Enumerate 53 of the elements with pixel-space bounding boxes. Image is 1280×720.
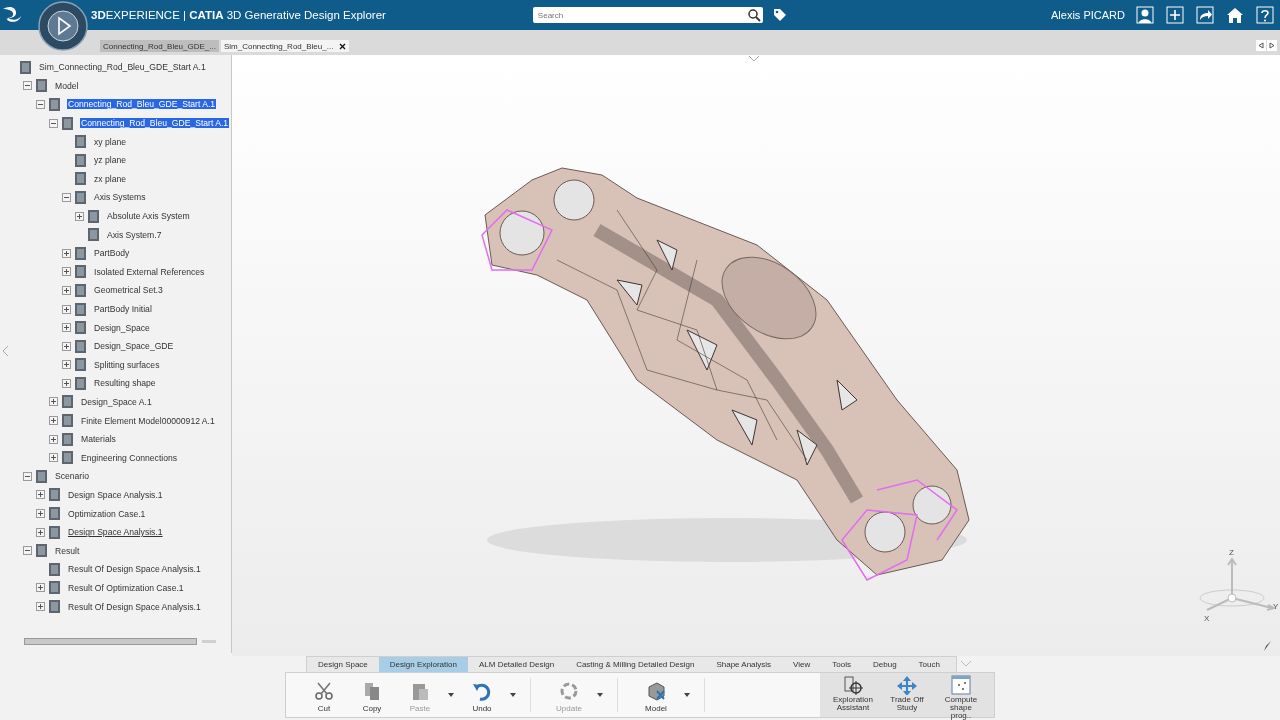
toolbar-button[interactable]: Exploration Assistant: [826, 673, 880, 717]
tree-item[interactable]: yz plane: [93, 155, 127, 166]
tree-item[interactable]: Design_Space A.1: [80, 397, 153, 407]
tree-item[interactable]: Absolute Axis System: [106, 211, 191, 222]
ribbon-tab[interactable]: Design Exploration: [378, 657, 468, 672]
search-field[interactable]: Search: [532, 7, 747, 23]
tree-item[interactable]: Scenario: [54, 471, 90, 482]
tree-item[interactable]: PartBody: [93, 248, 131, 259]
tree-item[interactable]: Axis System.7: [106, 229, 163, 240]
tree-item[interactable]: Result: [54, 545, 81, 556]
tree-item[interactable]: Connecting_Rod_Bleu_GDE_Start A.1: [80, 118, 230, 129]
tree-item[interactable]: Sim_Connecting_Rod_Bleu_GDE_Start A.1: [38, 62, 207, 73]
tree-item[interactable]: Design_Space: [93, 322, 151, 333]
tree-item[interactable]: Finite Element Model00000912 A.1: [80, 415, 216, 426]
tree-item[interactable]: Resulting shape: [93, 378, 157, 389]
toolbar-button[interactable]: Copy: [348, 678, 396, 712]
ribbon-tab[interactable]: Tools: [821, 657, 862, 672]
ribbon-tab[interactable]: Touch: [907, 657, 951, 672]
toolbar-button[interactable]: Undo: [458, 678, 506, 712]
tree-item[interactable]: Splitting surfaces: [93, 359, 161, 370]
toolbar-button[interactable]: Trade Off Study: [880, 673, 934, 717]
ribbon-tab[interactable]: Casting & Milling Detailed Design: [565, 657, 706, 672]
toolbar-button[interactable]: Cut: [300, 678, 348, 712]
tree-item[interactable]: Design Space Analysis.1: [67, 489, 164, 500]
ribbon-tab[interactable]: Design Space: [307, 657, 379, 672]
tree-item[interactable]: Materials: [80, 434, 117, 445]
ribbon-tab[interactable]: Debug: [862, 657, 908, 672]
tree-item[interactable]: Result Of Design Space Analysis.1: [67, 564, 202, 575]
tree-item[interactable]: Axis Systems: [93, 192, 147, 203]
document-tab[interactable]: Connecting_Rod_Bleu_GDE_...: [100, 40, 219, 52]
ribbon-tab[interactable]: View: [782, 657, 822, 672]
tree-item[interactable]: zx plane: [93, 173, 127, 184]
tree-item[interactable]: Result Of Optimization Case.1: [67, 582, 185, 593]
tree-item[interactable]: Optimization Case.1: [67, 508, 147, 519]
tree-item[interactable]: Result Of Design Space Analysis.1: [67, 601, 202, 612]
tree-item[interactable]: PartBody Initial: [93, 304, 153, 314]
tree-item[interactable]: Geometrical Set.3: [93, 285, 164, 296]
user-name[interactable]: Alexis PICARD: [1051, 9, 1125, 21]
tree-item[interactable]: Isolated External References: [93, 266, 206, 277]
tree-item[interactable]: Design Space Analysis.1: [67, 527, 164, 538]
tree-item[interactable]: xy plane: [93, 136, 127, 147]
tree-item[interactable]: Model: [54, 80, 80, 91]
ribbon-tab[interactable]: ALM Detailed Design: [467, 657, 566, 672]
document-tab[interactable]: Sim_Connecting_Rod_Bleu_...: [220, 40, 350, 52]
axis-label: Z: [1229, 548, 1234, 557]
ribbon-tab[interactable]: Shape Analysis: [705, 657, 783, 672]
axis-label: X: [1204, 614, 1210, 623]
toolbar-button[interactable]: Model: [632, 678, 680, 712]
tree-item[interactable]: Connecting_Rod_Bleu_GDE_Start A.1: [67, 99, 217, 110]
app-title: 3DEXPERIENCE | CATIA 3D Generative Design Explorer: [91, 9, 386, 21]
axis-label: Y: [1273, 602, 1279, 611]
tree-item[interactable]: Design_Space_GDE: [93, 341, 175, 352]
tree-item[interactable]: Engineering Connections: [80, 452, 179, 463]
